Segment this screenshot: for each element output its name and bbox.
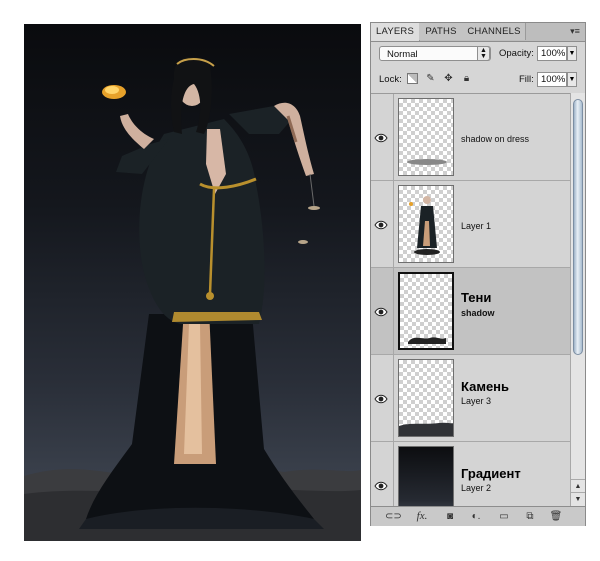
blend-mode-select[interactable]: Normal ▲ ▼	[379, 46, 491, 61]
panel-menu-icon[interactable]: ▾≡	[569, 26, 581, 37]
trash-icon[interactable]: 🗑︎	[549, 510, 563, 523]
tab-channels[interactable]: CHANNELS	[463, 23, 526, 40]
lock-transparency-icon[interactable]	[407, 73, 418, 84]
layer-title: Градиент	[461, 466, 521, 481]
scroll-up-icon[interactable]: ▲	[571, 479, 585, 493]
lock-position-icon[interactable]: ✥	[443, 73, 454, 84]
layer-row[interactable]: shadow on dress	[371, 94, 570, 181]
layer-name[interactable]: Layer 3	[461, 396, 491, 406]
scroll-thumb[interactable]	[573, 99, 583, 355]
eye-icon[interactable]	[374, 479, 388, 493]
new-layer-icon[interactable]: ⧉	[523, 510, 537, 523]
link-layers-icon[interactable]: ⊂⊃	[385, 510, 402, 523]
tab-paths[interactable]: PATHS	[419, 23, 464, 40]
layer-title: Камень	[461, 379, 510, 394]
panel-bottom-bar: ⊂⊃ fx. ◙ ◐. ▭ ⧉ 🗑︎	[371, 506, 585, 526]
fx-icon[interactable]: fx.	[415, 510, 429, 523]
photo-figure	[24, 56, 361, 541]
layer-thumbnail	[398, 98, 454, 176]
eye-icon[interactable]	[374, 218, 388, 232]
eye-icon[interactable]	[374, 305, 388, 319]
layer-row[interactable]: Камень Layer 3	[371, 355, 570, 442]
layer-title: Тени	[461, 290, 492, 305]
lock-pixels-icon[interactable]: ✎	[425, 73, 436, 84]
layer-name[interactable]: Layer 2	[461, 483, 491, 493]
visibility-column	[371, 442, 394, 507]
document-canvas[interactable]	[24, 24, 361, 541]
layers-list: shadow on dress Layer 1 Тени shadow Каме…	[371, 93, 570, 507]
new-group-icon[interactable]: ▭	[497, 510, 511, 523]
layer-thumbnail	[398, 272, 454, 350]
eye-icon[interactable]	[374, 131, 388, 145]
layer-name[interactable]: Layer 1	[461, 221, 491, 231]
layer-thumbnail	[398, 446, 454, 507]
layer-name[interactable]: shadow on dress	[461, 134, 529, 144]
layer-row[interactable]: Градиент Layer 2	[371, 442, 570, 507]
layer-row[interactable]: Layer 1	[371, 181, 570, 268]
tab-layers[interactable]: LAYERS	[371, 23, 420, 41]
fill-label: Fill:	[519, 74, 534, 85]
panel-tabs: LAYERS PATHS CHANNELS ▾≡	[371, 23, 585, 42]
layers-scrollbar[interactable]: ▲ ▼	[570, 93, 585, 506]
layer-name[interactable]: shadow	[461, 308, 495, 318]
layer-thumbnail	[398, 185, 454, 263]
opacity-label: Opacity:	[499, 48, 534, 59]
layer-thumbnail	[398, 359, 454, 437]
scroll-down-icon[interactable]: ▼	[571, 492, 585, 506]
chevron-updown-icon: ▲ ▼	[477, 46, 490, 61]
adjustment-layer-icon[interactable]: ◐.	[469, 510, 483, 523]
opacity-input[interactable]: 100%	[537, 46, 567, 61]
blend-mode-value: Normal	[387, 49, 418, 60]
lock-all-icon[interactable]: 🔒︎	[461, 73, 472, 84]
fill-input[interactable]: 100%	[537, 72, 567, 87]
layer-mask-icon[interactable]: ◙	[443, 510, 457, 523]
layer-row-selected[interactable]: Тени shadow	[371, 268, 570, 355]
eye-icon[interactable]	[374, 392, 388, 406]
fill-dropdown-icon[interactable]: ▼	[567, 72, 577, 87]
opacity-dropdown-icon[interactable]: ▼	[567, 46, 577, 61]
lock-label: Lock:	[379, 74, 402, 85]
layers-panel: LAYERS PATHS CHANNELS ▾≡ Normal ▲ ▼ Opaci…	[370, 22, 586, 526]
